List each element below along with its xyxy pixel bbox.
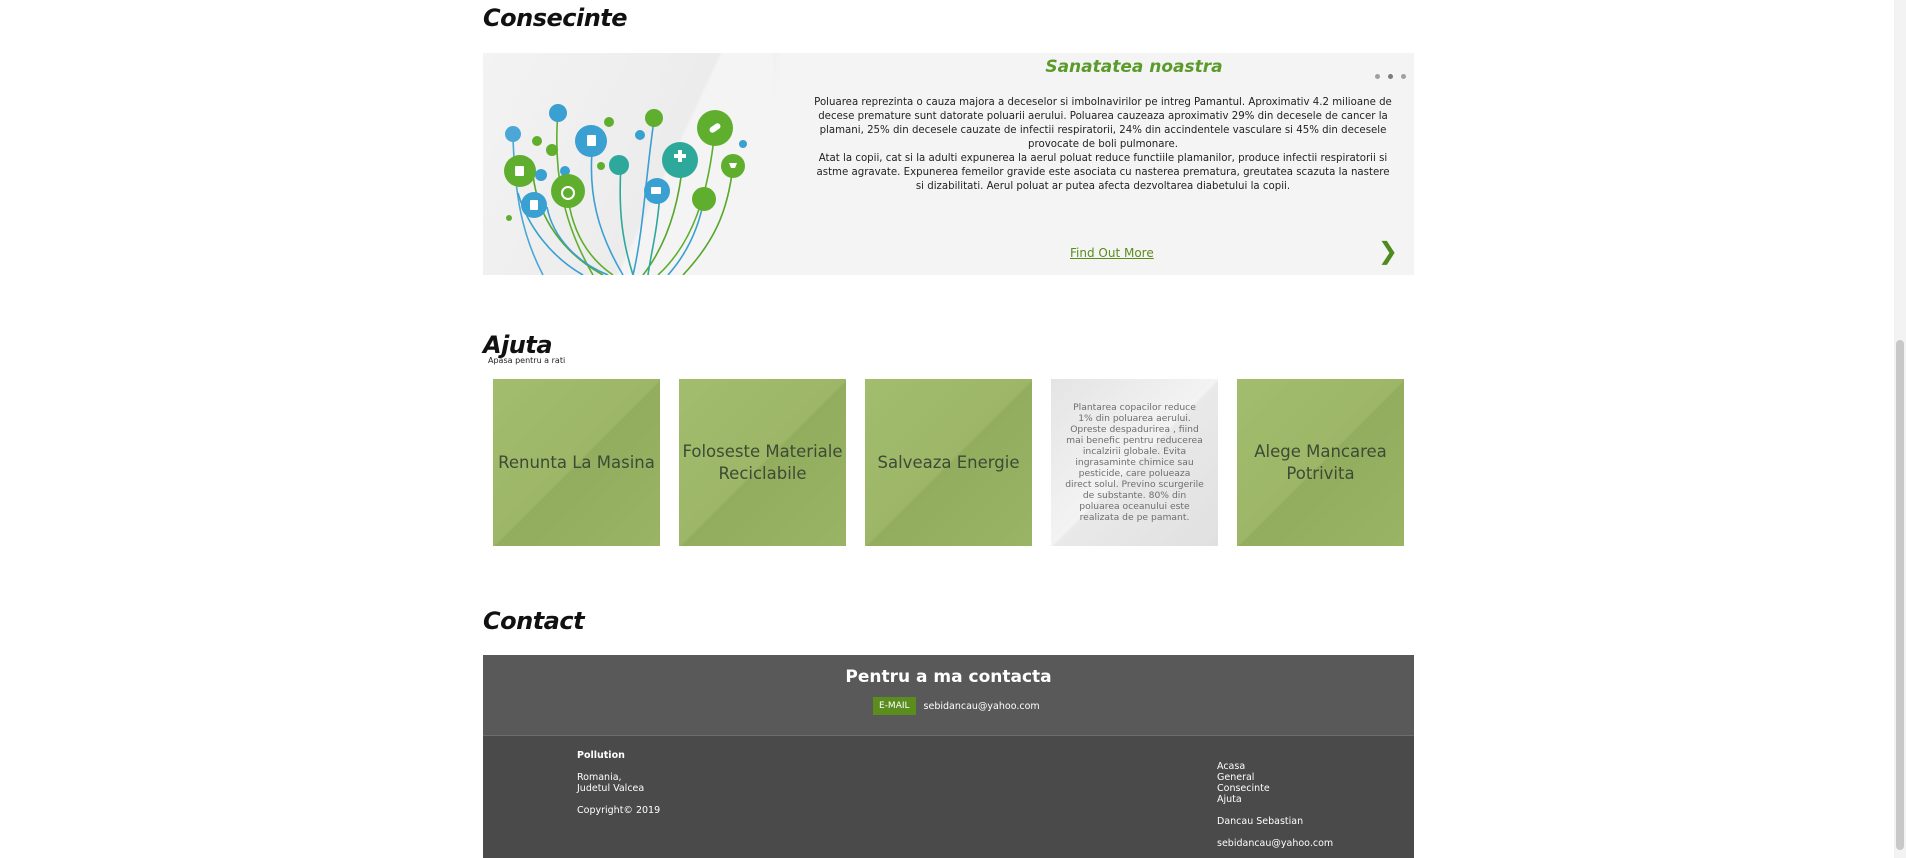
section-title-ajuta: Ajuta	[483, 331, 553, 359]
health-slider: Sanatatea noastra Poluarea reprezinta o …	[483, 53, 1414, 275]
footer-link-acasa[interactable]: Acasa	[1217, 761, 1333, 772]
page-scrollbar[interactable]	[1894, 0, 1906, 858]
section-title-consecinte: Consecinte	[483, 4, 628, 32]
footer: Pollution Romania, Judetul Valcea Copyri…	[483, 736, 1414, 858]
slider-dot-3[interactable]	[1401, 74, 1406, 79]
footer-author: Dancau Sebastian	[1217, 816, 1304, 827]
find-out-more-link[interactable]: Find Out More	[1070, 246, 1154, 260]
slider-paragraph-2: Atat la copii, cat si la adulti expunere…	[816, 153, 1390, 192]
footer-address-line-1: Romania,	[577, 772, 622, 783]
footer-right: Acasa General Consecinte Ajuta Dancau Se…	[1217, 761, 1333, 849]
section-title-contact: Contact	[483, 607, 585, 635]
scrollbar-thumb[interactable]	[1896, 340, 1904, 850]
contact-email[interactable]: sebidancau@yahoo.com	[924, 701, 1040, 712]
card-label: Salveaza Energie	[877, 452, 1020, 472]
card-label: Renunta La Masina	[498, 452, 655, 472]
slider-paragraph-1: Poluarea reprezinta o cauza majora a dec…	[814, 97, 1392, 150]
card-label: Foloseste Materiale Reciclabile	[682, 441, 843, 483]
card-label: Alege Mancarea Potrivita	[1254, 441, 1387, 483]
card-info-text: Plantarea copacilor reduce 1% din poluar…	[1065, 402, 1204, 523]
footer-link-general[interactable]: General	[1217, 772, 1333, 783]
slider-title: Sanatatea noastra	[1045, 57, 1223, 77]
medical-icons-illustration	[483, 53, 773, 275]
card-salveaza-energie[interactable]: Salveaza Energie	[865, 379, 1032, 546]
chevron-right-icon[interactable]: ❯	[1378, 237, 1398, 265]
slider-dot-1[interactable]	[1374, 74, 1380, 79]
card-alege-mancarea[interactable]: Alege Mancarea Potrivita	[1237, 379, 1404, 546]
ajuta-hint: Apasa pentru a rati	[488, 356, 566, 365]
card-foloseste-materiale[interactable]: Foloseste Materiale Reciclabile	[679, 379, 846, 546]
contact-heading: Pentru a ma contacta	[845, 667, 1052, 687]
email-badge: E-MAIL	[873, 697, 916, 715]
footer-brand: Pollution	[577, 750, 625, 761]
slider-body: Poluarea reprezinta o cauza majora a dec…	[813, 96, 1393, 194]
contact-band: Pentru a ma contacta E-MAIL sebidancau@y…	[483, 655, 1414, 735]
footer-left: Pollution Romania, Judetul Valcea Copyri…	[577, 750, 660, 816]
footer-address-line-2: Judetul Valcea	[577, 783, 645, 794]
email-row: E-MAIL sebidancau@yahoo.com	[873, 697, 1040, 715]
footer-copyright: Copyright© 2019	[577, 805, 661, 816]
footer-link-consecinte[interactable]: Consecinte	[1217, 783, 1333, 794]
slider-dots	[1372, 64, 1406, 83]
footer-email[interactable]: sebidancau@yahoo.com	[1217, 838, 1333, 849]
footer-link-ajuta[interactable]: Ajuta	[1217, 794, 1333, 805]
slider-dot-2[interactable]	[1387, 74, 1393, 79]
card-renunta-la-masina[interactable]: Renunta La Masina	[493, 379, 660, 546]
medical-tree-icon	[504, 104, 747, 275]
card-plantare-copaci-flipped[interactable]: Plantarea copacilor reduce 1% din poluar…	[1051, 379, 1218, 546]
